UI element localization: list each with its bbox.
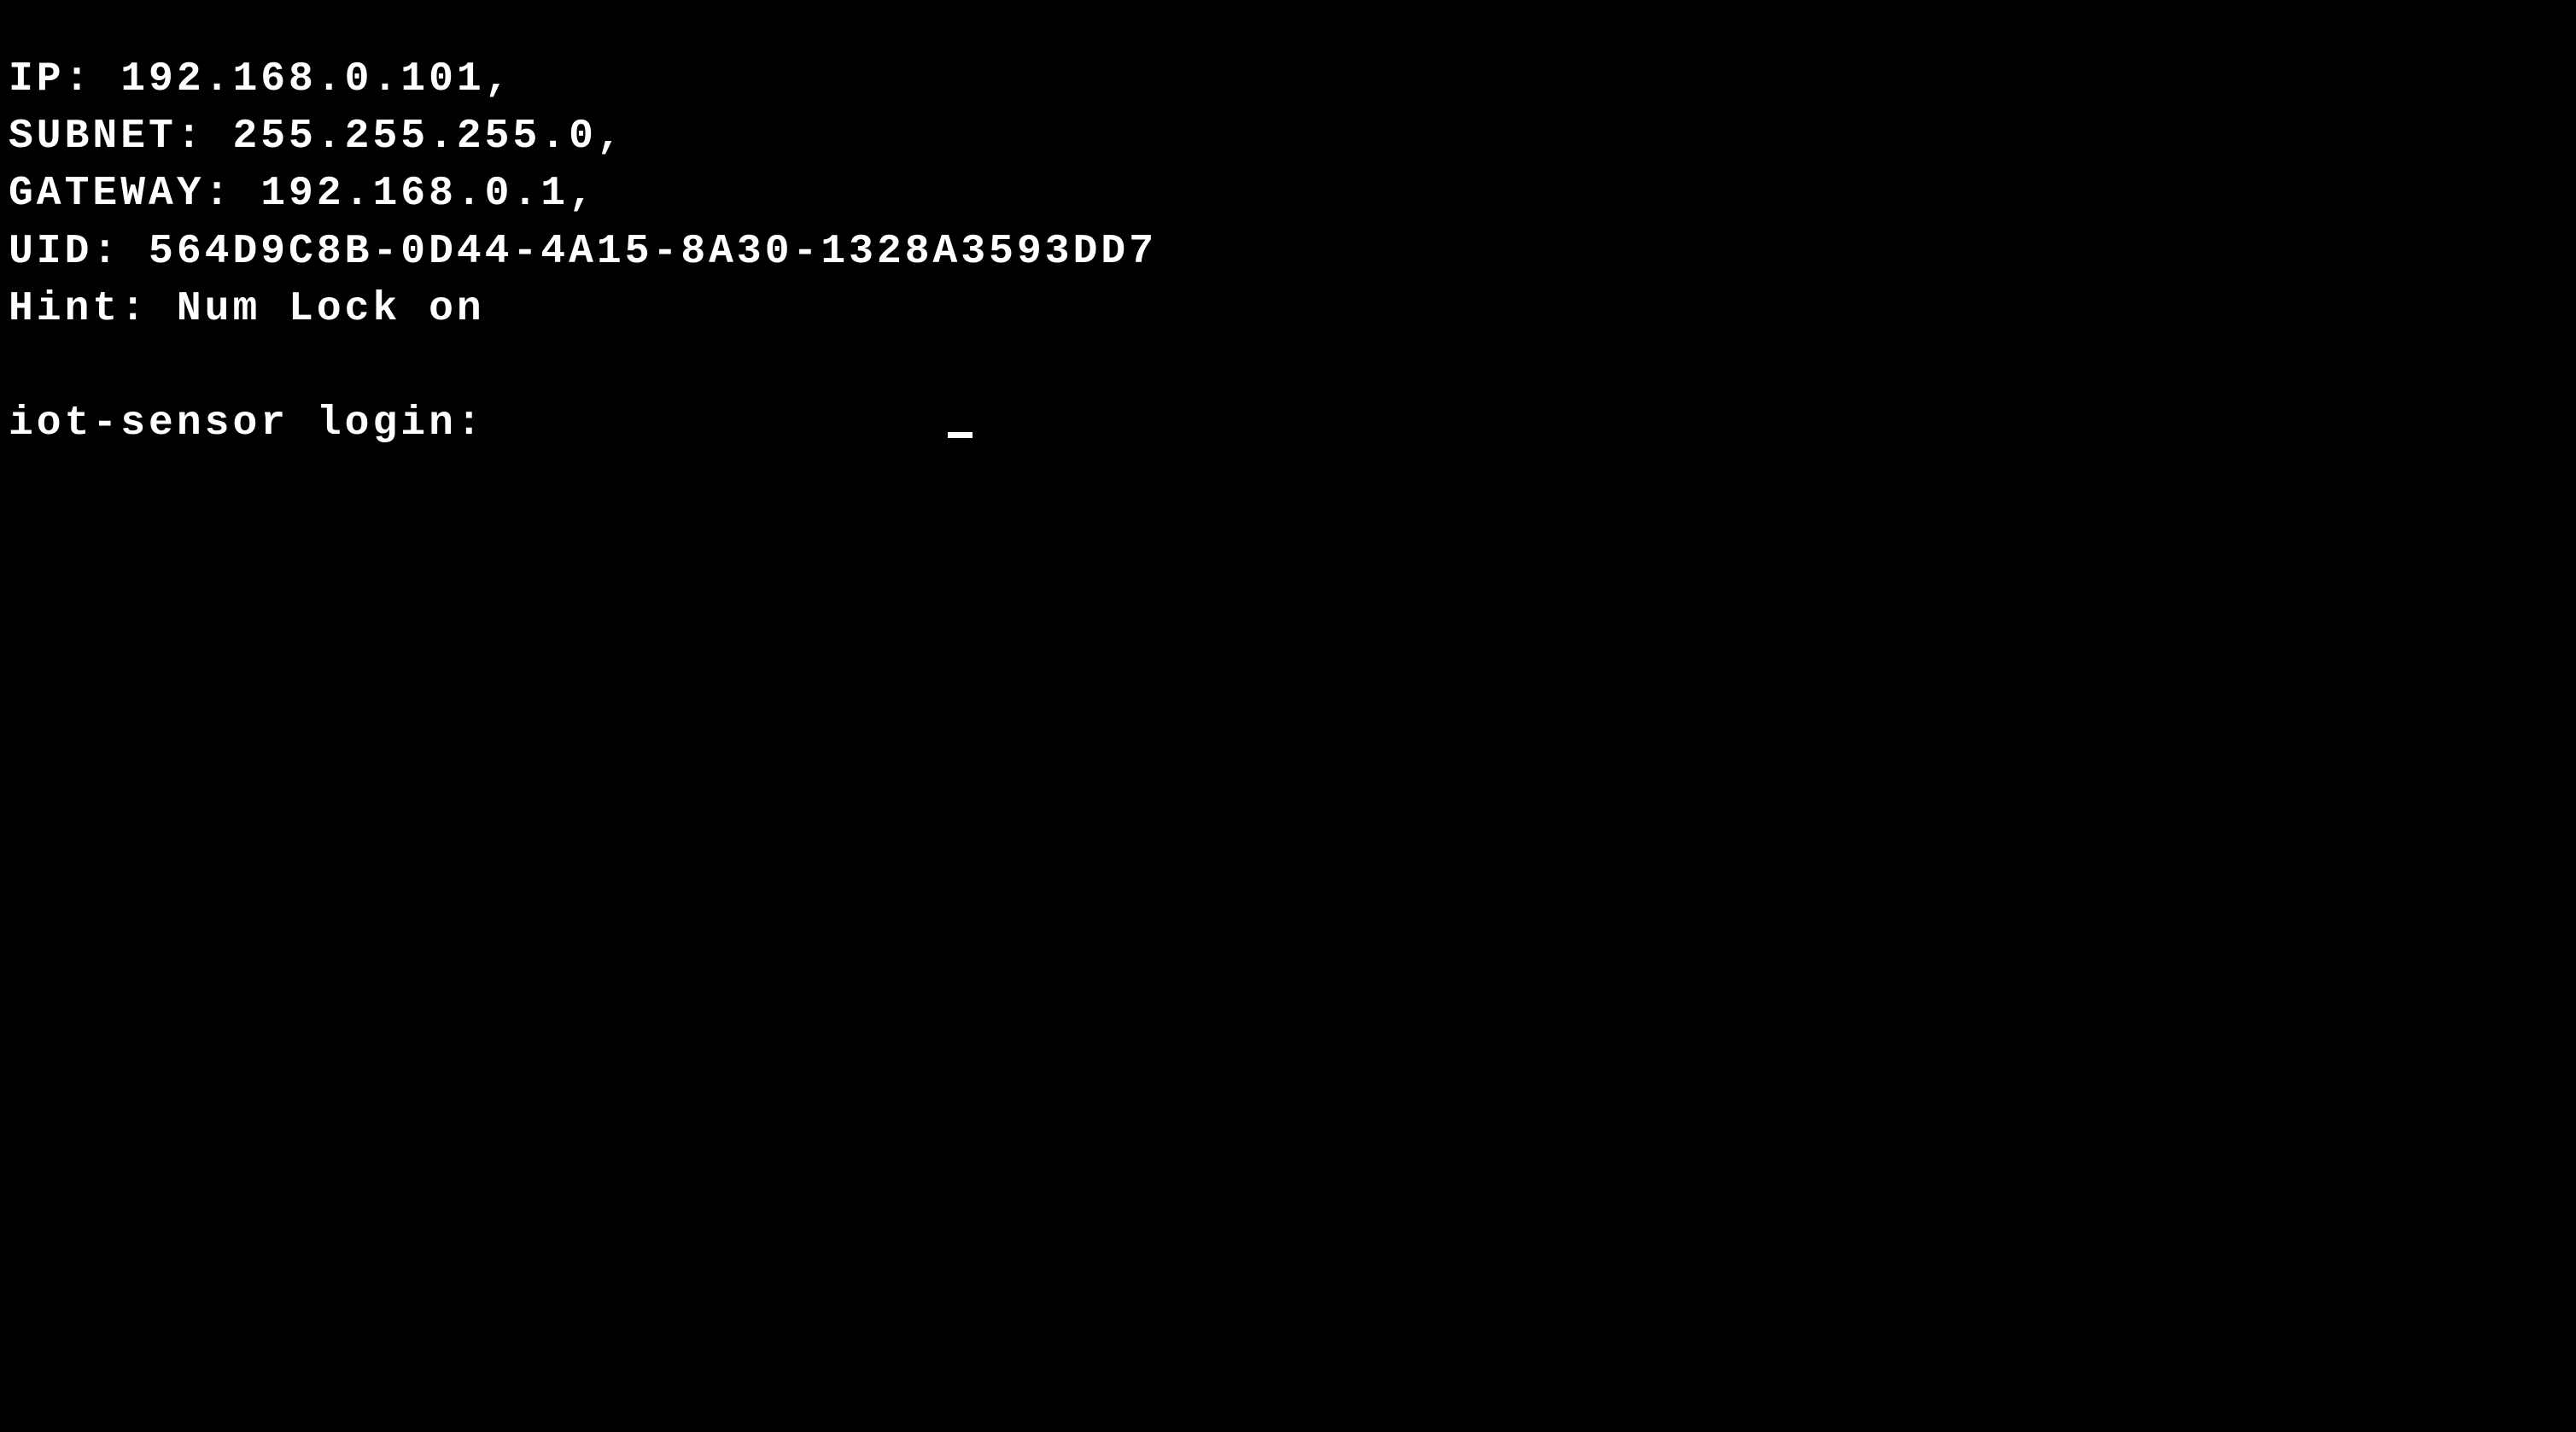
login-prompt-text: iot-sensor login: [9,395,512,453]
login-line: iot-sensor login: [9,395,2567,453]
uid-line: UID: 564D9C8B-0D44-4A15-8A30-1328A3593DD… [9,224,2567,281]
login-input[interactable] [512,400,939,447]
blank-line [9,338,2567,395]
subnet-line: SUBNET: 255.255.255.0, [9,108,2567,166]
hint-line: Hint: Num Lock on [9,281,2567,338]
gateway-line: GATEWAY: 192.168.0.1, [9,166,2567,223]
cursor-icon [948,432,973,438]
ip-line: IP: 192.168.0.101, [9,51,2567,108]
